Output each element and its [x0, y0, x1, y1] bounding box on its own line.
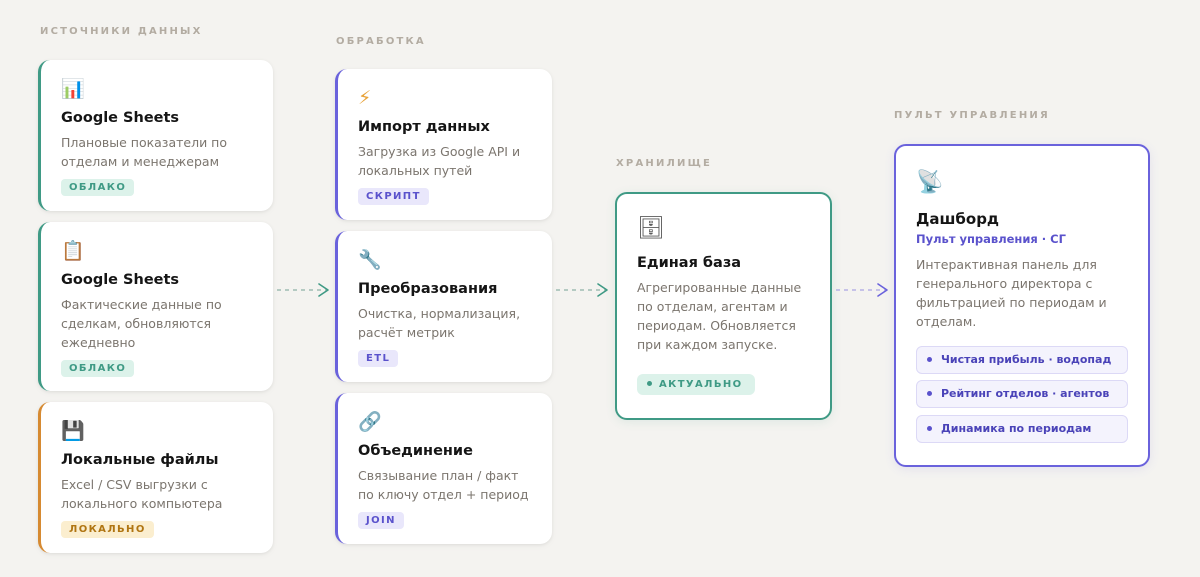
etl-tag: ETL	[358, 350, 399, 367]
metric-item[interactable]: Рейтинг отделов · агентов	[916, 380, 1128, 408]
bullet-icon	[927, 425, 932, 431]
dashboard-card-title: Дашборд	[916, 210, 1000, 228]
clipboard-icon: 📋	[61, 240, 85, 262]
processing-card-join[interactable]: 🔗 Объединение Связывание план / факт по …	[335, 393, 552, 544]
processing-card-title: Объединение	[358, 443, 473, 459]
bullet-icon	[927, 390, 932, 396]
processing-card-title: Преобразования	[358, 281, 498, 297]
dashboard-card[interactable]: 📡 Дашборд Пульт управления · СГ Интеракт…	[894, 144, 1150, 467]
cloud-tag: ОБЛАКО	[61, 360, 135, 377]
storage-column-title: ХРАНИЛИЩЕ	[616, 158, 713, 169]
metric-label: Чистая прибыль · водопад	[941, 353, 1112, 366]
dashboard-description: Интерактивная панель для генерального ди…	[916, 257, 1107, 329]
cloud-tag: ОБЛАКО	[61, 179, 135, 196]
flow-arrow-sources-to-processing	[277, 283, 329, 297]
lightning-icon: ⚡	[358, 87, 372, 109]
source-card-title: Google Sheets	[61, 110, 180, 126]
source-card-local-files[interactable]: 💾 Локальные файлы Excel / CSV выгрузки с…	[38, 402, 273, 553]
storage-card-description: Агрегированные данные по отделам, агента…	[637, 280, 802, 352]
processing-card-description: Загрузка из Google API и локальных путей	[358, 144, 521, 178]
storage-card[interactable]: 🗄 Единая база Агрегированные данные по о…	[615, 192, 832, 420]
storage-card-title: Единая база	[637, 255, 742, 271]
flow-arrow-processing-to-storage	[556, 283, 608, 297]
link-icon: 🔗	[358, 411, 382, 433]
source-card-description: Плановые показатели по отделам и менедже…	[61, 135, 227, 169]
status-dot-icon	[647, 380, 652, 386]
floppy-disk-icon: 💾	[61, 420, 85, 442]
source-card-description: Excel / CSV выгрузки с локального компью…	[61, 477, 223, 511]
satellite-dish-icon: 📡	[916, 170, 944, 195]
source-card-description: Фактические данные по сделкам, обновляют…	[61, 297, 222, 350]
status-label: АКТУАЛЬНО	[659, 379, 743, 390]
processing-card-import[interactable]: ⚡ Импорт данных Загрузка из Google API и…	[335, 69, 552, 220]
metric-label: Динамика по периодам	[941, 422, 1092, 435]
metric-item[interactable]: Чистая прибыль · водопад	[916, 346, 1128, 374]
processing-card-transform[interactable]: 🔧 Преобразования Очистка, нормализация, …	[335, 231, 552, 382]
processing-card-description: Очистка, нормализация, расчёт метрик	[358, 306, 521, 340]
processing-column-title: ОБРАБОТКА	[336, 36, 426, 47]
dashboard-subtitle: Пульт управления · СГ	[916, 232, 1066, 246]
source-card-title: Google Sheets	[61, 272, 180, 288]
control-column-title: ПУЛЬТ УПРАВЛЕНИЯ	[894, 110, 1050, 121]
bar-chart-icon: 📊	[61, 78, 85, 100]
metric-label: Рейтинг отделов · агентов	[941, 387, 1110, 400]
source-card-title: Локальные файлы	[61, 452, 219, 468]
sources-column-title: ИСТОЧНИКИ ДАННЫХ	[40, 26, 203, 37]
source-card-plan[interactable]: 📊 Google Sheets Плановые показатели по о…	[38, 60, 273, 211]
wrench-icon: 🔧	[358, 249, 382, 271]
file-cabinet-icon: 🗄	[637, 216, 665, 241]
bullet-icon	[927, 356, 932, 362]
status-badge: АКТУАЛЬНО	[637, 374, 755, 395]
processing-card-title: Импорт данных	[358, 119, 490, 135]
join-tag: JOIN	[358, 512, 404, 529]
local-tag: ЛОКАЛЬНО	[61, 521, 154, 538]
source-card-fact[interactable]: 📋 Google Sheets Фактические данные по сд…	[38, 222, 273, 391]
processing-card-description: Связывание план / факт по ключу отдел + …	[358, 468, 529, 502]
metric-item[interactable]: Динамика по периодам	[916, 415, 1128, 443]
script-tag: СКРИПТ	[358, 188, 429, 205]
flow-arrow-storage-to-dashboard	[836, 283, 888, 297]
